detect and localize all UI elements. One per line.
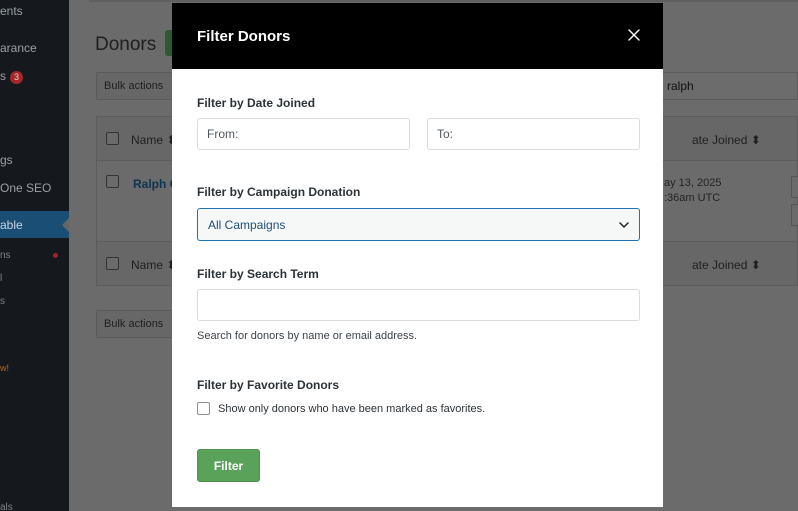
campaign-select[interactable]: All Campaigns [197, 208, 640, 241]
update-count-badge: 3 [10, 71, 24, 84]
sidebar-item-plugins[interactable]: s3 [0, 69, 24, 84]
campaign-select-value: All Campaigns [208, 217, 286, 232]
favorites-checkbox[interactable] [197, 402, 210, 415]
bulk-actions-select-bottom[interactable]: Bulk actions [96, 310, 178, 338]
sidebar-item-comments[interactable]: ents [0, 4, 23, 18]
date-from-input[interactable] [197, 118, 410, 150]
page-title: Donors [95, 34, 157, 55]
date-joined-cell: ay 13, 2025 :36am UTC [664, 177, 722, 204]
sidebar-subitem-donors[interactable]: s [0, 296, 5, 307]
select-all-checkbox-bottom[interactable] [106, 257, 119, 270]
date-to-input[interactable] [427, 118, 640, 150]
favorites-option: Show only donors who have been marked as… [197, 402, 485, 415]
row-checkbox[interactable] [106, 175, 119, 188]
filter-button[interactable]: Filter [197, 449, 260, 482]
close-button[interactable] [622, 23, 646, 47]
close-icon [628, 29, 640, 41]
sidebar-subitem-donations[interactable]: l [0, 273, 2, 284]
modal-header: Filter Donors [172, 3, 663, 69]
modal-title: Filter Donors [197, 28, 291, 45]
column-header-date-joined[interactable]: ate Joined ⬍ [692, 133, 761, 147]
column-footer-name[interactable]: Name ⬍ [131, 258, 176, 272]
chevron-down-icon [619, 221, 629, 228]
date-joined-label: Filter by Date Joined [197, 96, 316, 110]
search-term-label: Filter by Search Term [197, 267, 319, 281]
row-action-button[interactable] [791, 176, 798, 198]
admin-sidebar: ents arance s3 gs One SEO able ns l s w!… [0, 0, 69, 511]
sidebar-item-all-in-one-seo[interactable]: One SEO [0, 181, 51, 195]
sidebar-item-charitable[interactable]: able [0, 218, 23, 232]
select-all-checkbox[interactable] [106, 132, 119, 145]
filter-donors-modal: Filter Donors Filter by Date Joined Filt… [172, 3, 663, 507]
column-footer-date-joined[interactable]: ate Joined ⬍ [692, 258, 761, 272]
donor-search-input[interactable]: ralph [658, 72, 798, 100]
sidebar-item-appearance[interactable]: arance [0, 41, 37, 55]
sidebar-subitem-new[interactable]: w! [0, 363, 9, 373]
search-term-input[interactable] [197, 289, 640, 321]
active-pointer-icon [62, 218, 69, 232]
notification-dot-icon [53, 253, 58, 258]
sidebar-item-settings[interactable]: gs [0, 153, 13, 167]
sidebar-subitem-campaigns[interactable]: ns [0, 250, 11, 261]
divider [89, 0, 798, 2]
favorite-donors-label: Filter by Favorite Donors [197, 378, 340, 392]
campaign-donation-label: Filter by Campaign Donation [197, 185, 361, 199]
row-action-button[interactable] [791, 204, 798, 226]
search-help-text: Search for donors by name or email addre… [197, 330, 418, 342]
bulk-actions-select-top[interactable]: Bulk actions [96, 72, 178, 100]
sidebar-subitem-tools[interactable]: als [0, 502, 13, 511]
column-header-name[interactable]: Name ⬍ [131, 133, 176, 147]
favorites-checkbox-label[interactable]: Show only donors who have been marked as… [218, 403, 485, 415]
